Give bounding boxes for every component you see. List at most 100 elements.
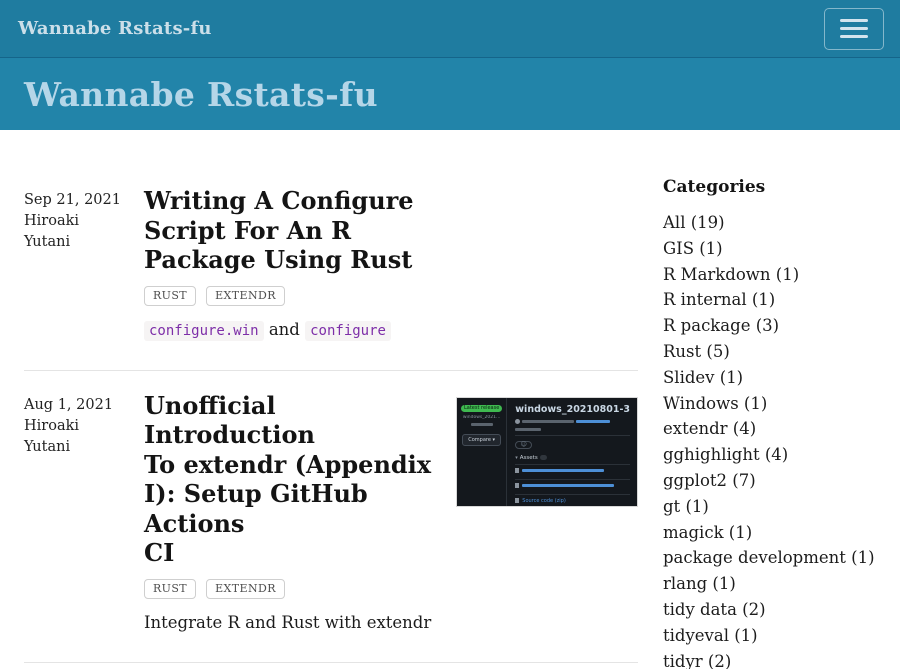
caret-down-icon: ▾ — [515, 455, 518, 461]
post-text-column: Unofficial Introduction To extendr (Appe… — [144, 391, 447, 635]
category-item: Slidev (1) — [663, 365, 876, 391]
navbar: Wannabe Rstats-fu — [0, 0, 900, 58]
post-content: Writing A Configure Script For An R Pack… — [144, 186, 638, 343]
asset-link: Source code (zip) — [522, 498, 566, 504]
category-link[interactable]: tidyr (2) — [663, 652, 731, 669]
post-summary: Integrate R and Rust with extendr — [144, 611, 447, 635]
release-title: windows_20210801-3 — [515, 404, 630, 415]
category-item: Windows (1) — [663, 391, 876, 417]
post-author: Hiroaki Yutani — [24, 211, 90, 253]
release-byline — [515, 419, 630, 424]
post-content: Unofficial Introduction To extendr (Appe… — [144, 391, 638, 635]
tag-list: RUST EXTENDR — [144, 284, 638, 306]
category-link[interactable]: extendr (4) — [663, 419, 756, 438]
category-link[interactable]: magick (1) — [663, 523, 752, 542]
post-item: Sep 21, 2021 Hiroaki Yutani Writing A Co… — [24, 186, 638, 343]
content-container: Sep 21, 2021 Hiroaki Yutani Writing A Co… — [0, 130, 900, 669]
category-item: tidy data (2) — [663, 597, 876, 623]
byline-text-bar — [522, 420, 574, 423]
file-icon — [515, 468, 519, 473]
category-link[interactable]: Rust (5) — [663, 342, 730, 361]
post-item: Aug 1, 2021 Hiroaki Yutani Unofficial In… — [24, 391, 638, 635]
category-link[interactable]: tidy data (2) — [663, 600, 766, 619]
category-link[interactable]: All (19) — [663, 213, 725, 232]
asset-row — [515, 464, 630, 476]
category-item: ggplot2 (7) — [663, 468, 876, 494]
reaction-button: ☺ — [515, 441, 532, 449]
tag-badge[interactable]: EXTENDR — [206, 579, 285, 599]
category-link[interactable]: R package (3) — [663, 316, 779, 335]
category-link[interactable]: gghighlight (4) — [663, 445, 788, 464]
post-meta: Aug 1, 2021 Hiroaki Yutani — [24, 391, 144, 635]
post-title: Unofficial Introduction To extendr (Appe… — [144, 391, 447, 568]
commit-hash-bar — [471, 423, 493, 426]
divider — [24, 662, 638, 663]
tag-badge[interactable]: RUST — [144, 286, 196, 306]
tag-list: RUST EXTENDR — [144, 577, 447, 599]
tag-badge[interactable]: RUST — [144, 579, 196, 599]
category-item: R internal (1) — [663, 287, 876, 313]
category-list: All (19) GIS (1) R Markdown (1) R intern… — [663, 210, 876, 669]
post-title: Writing A Configure Script For An R Pack… — [144, 186, 638, 275]
post-date: Sep 21, 2021 — [24, 190, 144, 211]
asset-row: Source code (zip) — [515, 494, 630, 507]
category-link[interactable]: R internal (1) — [663, 290, 775, 309]
post-list: Sep 21, 2021 Hiroaki Yutani Writing A Co… — [24, 130, 638, 669]
post-title-link[interactable]: Writing A Configure Script For An R Pack… — [144, 186, 414, 274]
asset-link-bar — [522, 484, 614, 487]
category-link[interactable]: Windows (1) — [663, 394, 767, 413]
inline-code: configure.win — [144, 321, 264, 341]
file-icon — [515, 498, 519, 503]
avatar-icon — [515, 419, 520, 424]
site-banner: Wannabe Rstats-fu — [0, 58, 900, 130]
category-item: All (19) — [663, 210, 876, 236]
category-link[interactable]: tidyeval (1) — [663, 626, 758, 645]
run-id-bar — [515, 428, 541, 431]
category-item: Rust (5) — [663, 339, 876, 365]
category-item: rlang (1) — [663, 571, 876, 597]
post-date: Aug 1, 2021 — [24, 395, 144, 416]
hamburger-icon — [840, 19, 868, 22]
latest-release-badge: Latest release — [461, 405, 502, 412]
navbar-brand-link[interactable]: Wannabe Rstats-fu — [18, 18, 212, 39]
divider — [24, 370, 638, 371]
assets-label: Assets — [520, 455, 538, 461]
file-icon — [515, 483, 519, 488]
category-item: tidyeval (1) — [663, 623, 876, 649]
assets-heading: ▾ Assets — [515, 455, 630, 461]
hamburger-icon — [840, 35, 868, 38]
site-title: Wannabe Rstats-fu — [24, 75, 378, 114]
thumbnail-divider — [515, 435, 630, 436]
thumbnail-main: windows_20210801-3 ☺ ▾ Asset — [507, 398, 638, 506]
category-link[interactable]: ggplot2 (7) — [663, 471, 756, 490]
category-link[interactable]: R Markdown (1) — [663, 265, 799, 284]
post-thumbnail-github-release[interactable]: Latest release windows_2021… Compare ▾ w… — [456, 397, 638, 507]
category-link[interactable]: gt (1) — [663, 497, 709, 516]
categories-heading: Categories — [663, 177, 876, 197]
category-link[interactable]: package development (1) — [663, 548, 875, 567]
category-link[interactable]: rlang (1) — [663, 574, 736, 593]
asset-row — [515, 479, 630, 491]
post-meta: Sep 21, 2021 Hiroaki Yutani — [24, 186, 144, 343]
asset-link-bar — [522, 469, 604, 472]
category-item: tidyr (2) — [663, 649, 876, 669]
tag-badge[interactable]: EXTENDR — [206, 286, 285, 306]
category-item: magick (1) — [663, 520, 876, 546]
category-item: package development (1) — [663, 545, 876, 571]
compare-button: Compare ▾ — [462, 434, 501, 446]
post-summary: configure.win and configure — [144, 318, 638, 343]
category-link[interactable]: GIS (1) — [663, 239, 723, 258]
category-item: gghighlight (4) — [663, 442, 876, 468]
category-item: R package (3) — [663, 313, 876, 339]
inline-code: configure — [305, 321, 391, 341]
thumbnail-sidebar: Latest release windows_2021… Compare ▾ — [457, 398, 507, 506]
summary-text: and — [264, 320, 306, 339]
post-title-link[interactable]: Unofficial Introduction To extendr (Appe… — [144, 391, 431, 568]
assets-count-pill — [540, 455, 547, 460]
category-item: extendr (4) — [663, 416, 876, 442]
category-link[interactable]: Slidev (1) — [663, 368, 743, 387]
byline-link-bar — [576, 420, 610, 423]
category-item: gt (1) — [663, 494, 876, 520]
release-tag-label: windows_2021… — [463, 415, 501, 420]
menu-toggle-button[interactable] — [824, 8, 884, 50]
